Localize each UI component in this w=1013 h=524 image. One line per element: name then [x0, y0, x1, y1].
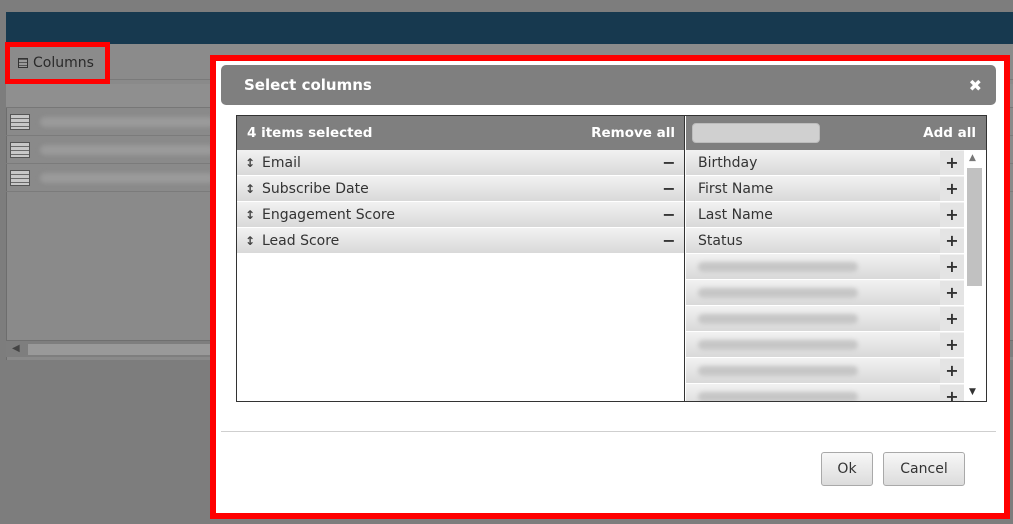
remove-item-icon[interactable]: −: [660, 153, 678, 172]
add-item-icon[interactable]: +: [940, 385, 964, 401]
list-item[interactable]: +: [686, 254, 964, 280]
redacted-text: [40, 117, 215, 127]
dialog-title-bar: Select columns ✖: [221, 65, 996, 105]
add-item-icon[interactable]: +: [940, 151, 964, 175]
selected-columns-list: ↕ Email − ↕ Subscribe Date − ↕ Engagemen…: [237, 150, 684, 254]
add-item-icon[interactable]: +: [940, 177, 964, 201]
item-label: Last Name: [698, 206, 773, 223]
add-all-button[interactable]: Add all: [923, 125, 976, 141]
list-item[interactable]: Last Name +: [686, 202, 964, 228]
selected-pane-header: 4 items selected Remove all: [237, 116, 684, 150]
column-picker: 4 items selected Remove all ↕ Email − ↕ …: [236, 115, 987, 402]
remove-item-icon[interactable]: −: [660, 231, 678, 250]
selected-columns-pane: 4 items selected Remove all ↕ Email − ↕ …: [237, 116, 685, 401]
footer-divider: [221, 431, 996, 432]
list-item[interactable]: ↕ Subscribe Date −: [237, 176, 684, 202]
columns-grid-icon: [18, 58, 28, 68]
redacted-text: [698, 365, 858, 376]
row-card-icon: [10, 170, 30, 186]
redacted-text: [698, 261, 858, 272]
item-label: Engagement Score: [262, 206, 395, 223]
columns-button-label: Columns: [33, 55, 94, 71]
list-item[interactable]: ↕ Lead Score −: [237, 228, 684, 254]
redacted-text: [40, 145, 215, 155]
list-item[interactable]: ↕ Engagement Score −: [237, 202, 684, 228]
drag-handle-icon[interactable]: ↕: [245, 208, 262, 222]
redacted-text: [40, 173, 215, 183]
drag-handle-icon[interactable]: ↕: [245, 156, 262, 170]
list-item[interactable]: Status +: [686, 228, 964, 254]
remove-item-icon[interactable]: −: [660, 179, 678, 198]
available-columns-pane: Add all Birthday + First Name + Last Nam…: [686, 116, 986, 401]
cancel-button[interactable]: Cancel: [883, 452, 965, 486]
item-label: Status: [698, 232, 743, 249]
ok-button[interactable]: Ok: [821, 452, 873, 486]
dialog-title: Select columns: [244, 76, 372, 94]
drag-handle-icon[interactable]: ↕: [245, 182, 262, 196]
add-item-icon[interactable]: +: [940, 229, 964, 253]
add-item-icon[interactable]: +: [940, 333, 964, 357]
redacted-text: [698, 287, 858, 298]
row-card-icon: [10, 114, 30, 130]
list-item[interactable]: +: [686, 280, 964, 306]
add-item-icon[interactable]: +: [940, 307, 964, 331]
scrollbar-thumb[interactable]: [28, 344, 218, 355]
select-columns-dialog: Select columns ✖ 4 items selected Remove…: [216, 61, 1004, 513]
list-item[interactable]: ↕ Email −: [237, 150, 684, 176]
close-icon[interactable]: ✖: [969, 76, 982, 95]
row-card-icon: [10, 142, 30, 158]
item-label: Subscribe Date: [262, 180, 369, 197]
selected-count: 4 items selected: [247, 125, 373, 141]
scroll-down-icon[interactable]: ▼: [969, 387, 976, 397]
redacted-text: [698, 339, 858, 350]
item-label: Birthday: [698, 154, 758, 171]
redacted-text: [698, 391, 858, 401]
available-pane-header: Add all: [686, 116, 986, 150]
scroll-left-icon[interactable]: ◀: [12, 343, 20, 354]
add-item-icon[interactable]: +: [940, 255, 964, 279]
list-item[interactable]: +: [686, 358, 964, 384]
app-topbar: [6, 12, 1013, 44]
list-item[interactable]: +: [686, 384, 964, 401]
drag-handle-icon[interactable]: ↕: [245, 234, 262, 248]
available-vertical-scrollbar[interactable]: ▲ ▼: [964, 150, 986, 401]
remove-all-button[interactable]: Remove all: [591, 125, 675, 141]
list-item[interactable]: First Name +: [686, 176, 964, 202]
list-item[interactable]: +: [686, 332, 964, 358]
add-item-icon[interactable]: +: [940, 203, 964, 227]
remove-item-icon[interactable]: −: [660, 205, 678, 224]
item-label: Lead Score: [262, 232, 340, 249]
list-item[interactable]: +: [686, 306, 964, 332]
redacted-text: [698, 313, 858, 324]
available-columns-list: Birthday + First Name + Last Name + Stat…: [686, 150, 986, 401]
item-label: First Name: [698, 180, 774, 197]
list-item[interactable]: Birthday +: [686, 150, 964, 176]
scrollbar-thumb[interactable]: [967, 168, 982, 286]
add-item-icon[interactable]: +: [940, 281, 964, 305]
scroll-up-icon[interactable]: ▲: [969, 153, 976, 163]
item-label: Email: [262, 154, 301, 171]
add-item-icon[interactable]: +: [940, 359, 964, 383]
search-input[interactable]: [692, 123, 820, 143]
available-columns-scroll: Birthday + First Name + Last Name + Stat…: [686, 150, 986, 401]
columns-button[interactable]: Columns: [5, 42, 110, 84]
